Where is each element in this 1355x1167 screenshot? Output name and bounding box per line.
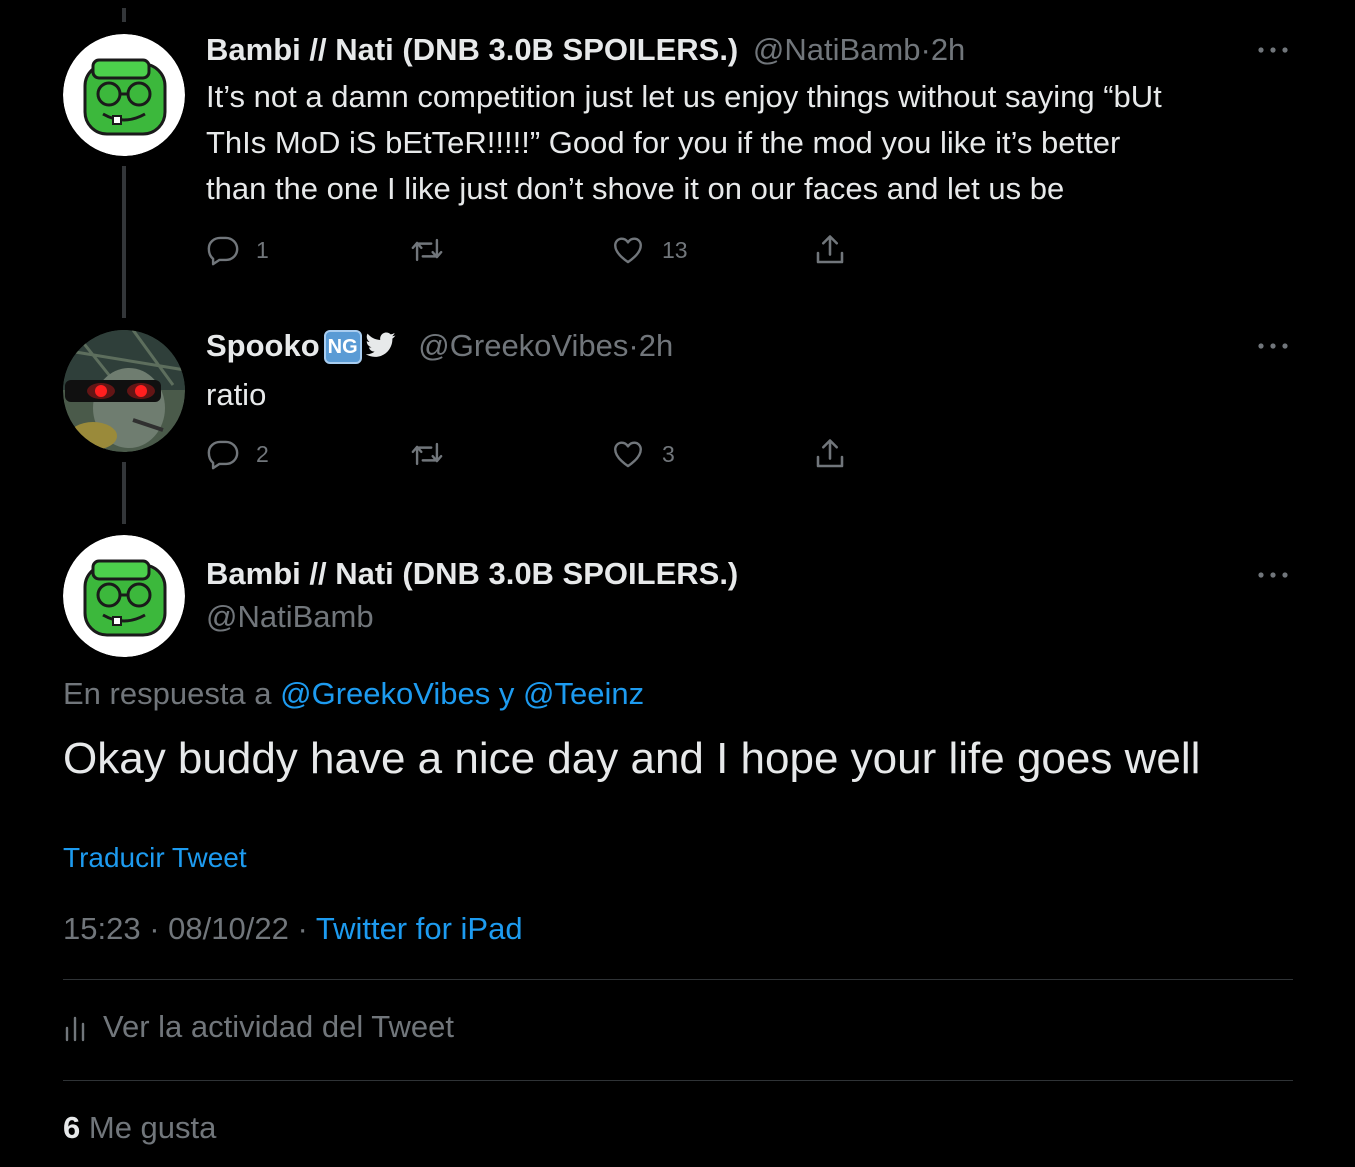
tweet-1-text: It’s not a damn competition just let us … bbox=[206, 74, 1295, 212]
reply-count: 1 bbox=[256, 236, 269, 263]
likes-count: 6 bbox=[63, 1110, 81, 1145]
tweet-2-separator: · bbox=[628, 328, 639, 363]
reply-count: 2 bbox=[256, 440, 269, 467]
heart-icon bbox=[614, 441, 642, 468]
reply-user-link[interactable]: @GreekoVibes bbox=[280, 676, 490, 711]
translate-tweet-link[interactable]: Traducir Tweet bbox=[63, 838, 247, 878]
reply-icon bbox=[207, 236, 239, 266]
tweet-2-text: ratio bbox=[206, 377, 267, 412]
share-icon bbox=[816, 439, 844, 468]
thread-line-2 bbox=[122, 462, 126, 524]
tweet-1-separator: · bbox=[920, 32, 931, 67]
retweet-button[interactable] bbox=[409, 434, 461, 474]
activity-icon bbox=[65, 1016, 85, 1042]
tweet-1[interactable]: Bambi // Nati (DNB 3.0B SPOILERS.) @Nati… bbox=[206, 30, 1295, 212]
avatar-image bbox=[63, 34, 185, 156]
avatar-image bbox=[63, 535, 185, 657]
like-count: 3 bbox=[662, 440, 675, 467]
tweet-2-header: Spooko NG @GreekoVibes·2h bbox=[206, 326, 1295, 368]
tweet-2[interactable]: Spooko NG @GreekoVibes·2h ratio bbox=[206, 326, 1295, 418]
avatar-image bbox=[63, 330, 185, 452]
retweet-button[interactable] bbox=[409, 230, 461, 270]
reply-context: En respuesta a @GreekoVibes y @Teeinz bbox=[63, 673, 644, 715]
main-tweet-name[interactable]: Bambi // Nati (DNB 3.0B SPOILERS.) bbox=[206, 553, 738, 595]
thread-line-1 bbox=[122, 166, 126, 318]
heart-icon bbox=[614, 237, 642, 264]
tweet-2-actions: 2 3 bbox=[206, 434, 906, 474]
share-button[interactable] bbox=[812, 434, 864, 474]
avatar-natibamb-main[interactable] bbox=[63, 535, 185, 657]
tweet-2-time[interactable]: 2h bbox=[639, 328, 673, 363]
reply-button[interactable]: 2 bbox=[206, 434, 269, 474]
retweet-icon bbox=[411, 238, 443, 262]
tweet-1-header: Bambi // Nati (DNB 3.0B SPOILERS.) @Nati… bbox=[206, 30, 1295, 70]
likes-summary[interactable]: 6 Me gusta bbox=[63, 1107, 216, 1149]
like-button[interactable]: 13 bbox=[610, 230, 688, 270]
more-icon[interactable] bbox=[1253, 565, 1293, 585]
divider bbox=[63, 1080, 1293, 1081]
tweet-time[interactable]: 15:23 bbox=[63, 911, 141, 946]
share-icon bbox=[816, 235, 844, 264]
tweet-source-link[interactable]: Twitter for iPad bbox=[316, 911, 523, 946]
meta-separator: · bbox=[149, 911, 160, 946]
view-activity-label: Ver la actividad del Tweet bbox=[103, 1009, 454, 1044]
reply-user-link[interactable]: @Teeinz bbox=[523, 676, 644, 711]
reply-connector: y bbox=[498, 676, 515, 711]
reply-button[interactable]: 1 bbox=[206, 230, 269, 270]
likes-label: Me gusta bbox=[88, 1110, 217, 1145]
ng-badge: NG bbox=[323, 330, 362, 364]
tweet-date[interactable]: 08/10/22 bbox=[168, 911, 289, 946]
avatar-greekovibes[interactable] bbox=[63, 330, 185, 452]
tweet-1-name[interactable]: Bambi // Nati (DNB 3.0B SPOILERS.) bbox=[206, 32, 738, 67]
share-button[interactable] bbox=[812, 230, 864, 270]
view-activity-button[interactable]: Ver la actividad del Tweet bbox=[63, 1006, 454, 1048]
main-tweet-handle[interactable]: @NatiBamb bbox=[206, 596, 374, 638]
retweet-icon bbox=[411, 442, 443, 466]
tweet-meta: 15:23 · 08/10/22 · Twitter for iPad bbox=[63, 908, 523, 950]
tweet-1-text-line: ThIs MoD iS bEtTeR!!!!!” Good for you if… bbox=[206, 125, 1121, 160]
reply-prefix: En respuesta a bbox=[63, 676, 272, 711]
avatar-natibamb[interactable] bbox=[63, 34, 185, 156]
main-tweet-text: Okay buddy have a nice day and I hope yo… bbox=[63, 734, 1201, 783]
meta-separator: · bbox=[297, 911, 308, 946]
like-button[interactable]: 3 bbox=[610, 434, 675, 474]
tweet-2-name[interactable]: Spooko bbox=[206, 328, 320, 363]
like-count: 13 bbox=[662, 236, 688, 263]
more-icon[interactable] bbox=[1253, 336, 1293, 356]
tweet-1-time[interactable]: 2h bbox=[931, 32, 965, 67]
tweet-1-actions: 1 13 bbox=[206, 230, 906, 270]
tweet-2-handle[interactable]: @GreekoVibes bbox=[418, 328, 628, 363]
twitter-bird-icon bbox=[365, 328, 396, 368]
divider bbox=[63, 979, 1293, 980]
tweet-1-text-line: It’s not a damn competition just let us … bbox=[206, 79, 1162, 114]
thread-line-top bbox=[122, 8, 126, 22]
reply-icon bbox=[207, 440, 239, 470]
tweet-1-text-line: than the one I like just don’t shove it … bbox=[206, 171, 1065, 206]
tweet-1-handle[interactable]: @NatiBamb bbox=[753, 32, 921, 67]
more-icon[interactable] bbox=[1253, 40, 1293, 60]
